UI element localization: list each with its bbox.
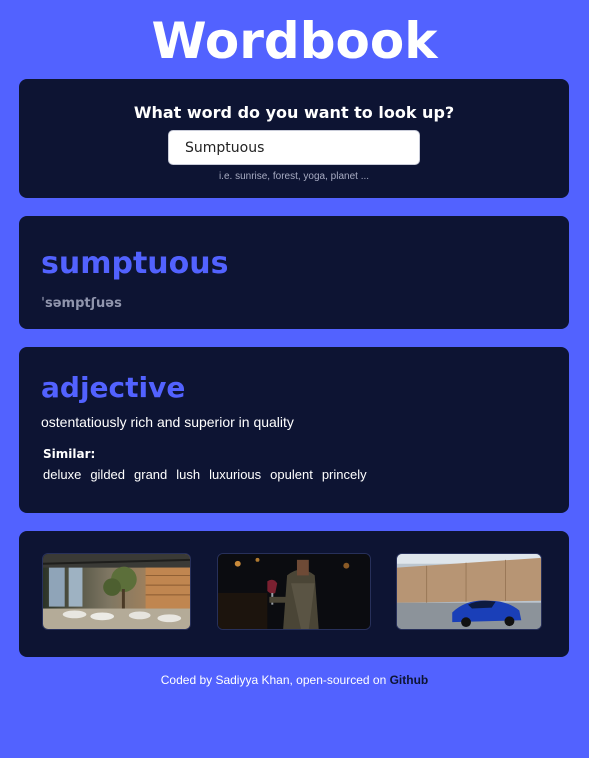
footer-text: Coded by Sadiyya Khan, open-sourced on — [160, 673, 387, 687]
part-of-speech: adjective — [41, 371, 186, 404]
app-title: Wordbook — [151, 12, 438, 70]
word-title: sumptuous — [41, 246, 229, 281]
photo-banquet-hall[interactable] — [42, 553, 191, 630]
similar-label: Similar: — [43, 447, 96, 461]
meaning-card: adjective ostentatiously rich and superi… — [19, 347, 569, 513]
synonym-item: deluxe — [43, 467, 82, 482]
search-card: What word do you want to look up? i.e. s… — [19, 79, 569, 198]
photo-blue-sports-car[interactable] — [396, 553, 542, 630]
synonym-item: lush — [176, 467, 201, 482]
word-card: sumptuous ˈsəmptʃuəs — [19, 216, 569, 329]
photo-person-with-wine[interactable] — [217, 553, 371, 630]
synonym-item: grand — [134, 467, 168, 482]
synonym-item: princely — [321, 467, 367, 482]
search-input[interactable] — [168, 130, 420, 165]
images-card — [19, 531, 569, 657]
synonym-item: gilded — [90, 467, 126, 482]
github-link[interactable]: Github — [390, 673, 429, 687]
synonym-item: luxurious — [209, 467, 262, 482]
synonym-list: deluxe gilded grand lush luxurious opule… — [43, 467, 367, 483]
definition-text: ostentatiously rich and superior in qual… — [41, 414, 294, 430]
search-heading: What word do you want to look up? — [133, 103, 455, 122]
footer: Coded by Sadiyya Khan, open-sourced on G… — [0, 673, 589, 687]
phonetic-text: ˈsəmptʃuəs — [41, 296, 122, 311]
synonym-item: opulent — [270, 467, 313, 482]
search-hint: i.e. sunrise, forest, yoga, planet ... — [218, 171, 370, 182]
